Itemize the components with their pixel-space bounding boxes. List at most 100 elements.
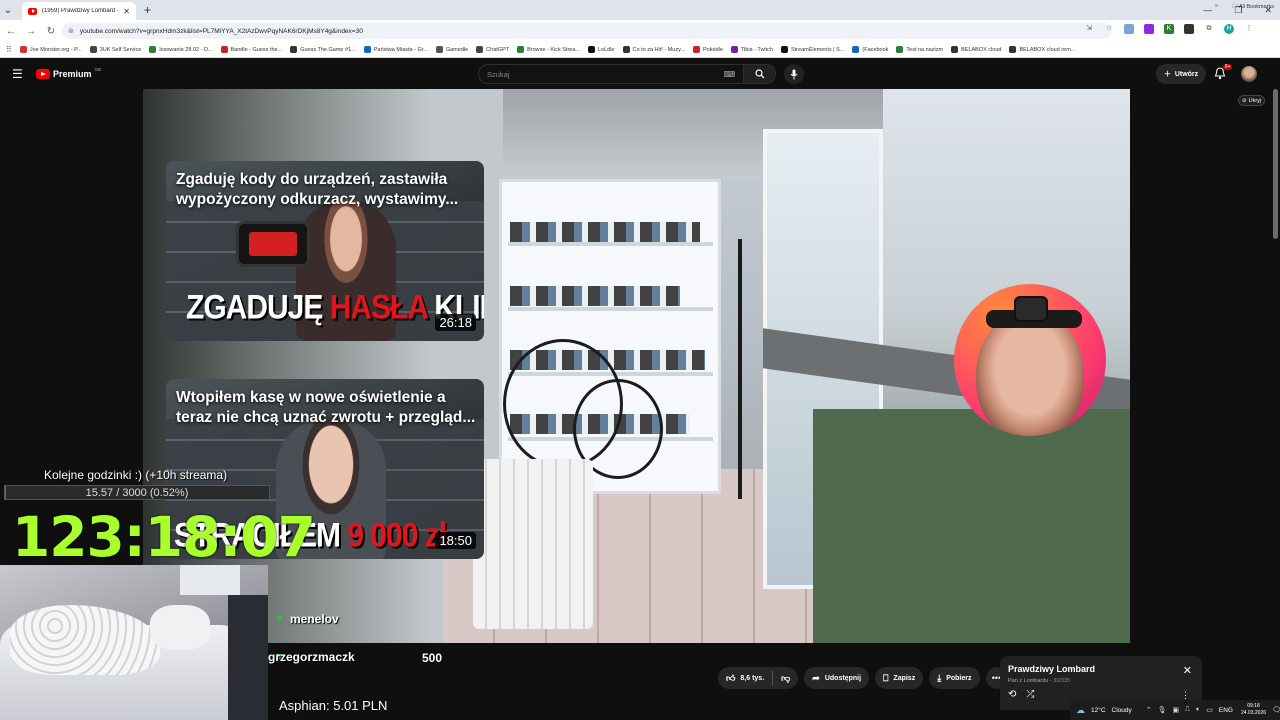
extension-icon[interactable]: K (1164, 24, 1174, 34)
share-button[interactable]: ➦ Udostępnij (804, 667, 870, 689)
stream-subtitle: Kolejne godzinki :) (+10h streama) (44, 468, 228, 482)
bookmark-item[interactable]: Tibia - Twitch (730, 46, 773, 53)
bookmark-item[interactable]: Pokédle (693, 46, 723, 53)
minimize-icon[interactable]: — (1203, 5, 1212, 15)
browser-menu-icon[interactable]: ⋮ (1244, 24, 1254, 34)
clock-date: 24.03.2026 (1240, 710, 1267, 716)
shelf-row (508, 242, 713, 246)
shelf-items (510, 286, 680, 306)
bookmark-item[interactable]: Joe Monster.org - P... (19, 46, 82, 53)
apps-grid-icon[interactable]: ⠿ (6, 45, 12, 54)
download-button[interactable]: ⤓ Pobierz (929, 667, 980, 689)
install-app-icon[interactable]: ⇲ (1084, 24, 1094, 34)
site-info-icon[interactable]: ⊜ (68, 27, 74, 35)
shuffle-icon[interactable]: ⤮ (1026, 689, 1034, 700)
menu-hamburger-icon[interactable]: ☰ (12, 67, 23, 81)
bookmark-favicon-icon (896, 46, 904, 53)
create-button[interactable]: ＋ Utwórz (1156, 64, 1206, 84)
plus-icon: ＋ (1163, 71, 1171, 78)
bookmark-item[interactable]: Bandle - Guess the... (220, 46, 283, 53)
notification-center-icon[interactable]: 🗨︎ (1272, 706, 1280, 714)
extension-icon[interactable] (1144, 24, 1154, 34)
profile-icon[interactable]: H (1224, 24, 1234, 34)
close-icon[interactable]: ✕ (1183, 664, 1192, 677)
microphone-icon[interactable]: 🎙︎ (1158, 706, 1167, 714)
bookmarks-overflow-icon[interactable]: » (1215, 3, 1218, 12)
search-button[interactable] (743, 65, 775, 83)
bookmark-label: Pokédle (703, 46, 723, 53)
new-tab-button[interactable]: + (144, 3, 151, 17)
bookmark-item[interactable]: Browse - Kick Strea... (517, 46, 580, 53)
page-scrollbar[interactable] (1273, 89, 1278, 239)
battery-icon[interactable]: ▭ (1206, 706, 1213, 714)
youtube-logo[interactable]: Premium GB (36, 67, 101, 79)
bookmark-label: (Facebook (862, 46, 889, 53)
search-input[interactable]: Szukaj (487, 70, 723, 79)
clock[interactable]: 09:18 24.03.2026 (1241, 703, 1266, 717)
tab-close-icon[interactable]: ✕ (123, 7, 130, 16)
cloud-icon: ☁ (1076, 704, 1085, 715)
tray-overflow-icon[interactable]: ⌃ (1146, 706, 1152, 714)
search-box[interactable]: Szukaj ⌨ (478, 64, 776, 84)
bookmark-item[interactable]: Gamedle (435, 46, 468, 53)
bookmark-icon: ⎕ (883, 672, 889, 683)
extension-icon[interactable] (1124, 24, 1134, 34)
extensions-puzzle-icon[interactable]: ⧉ (1204, 24, 1214, 34)
notifications-button[interactable]: 9+ (1214, 64, 1232, 81)
clock-time: 09:18 (1247, 703, 1260, 709)
bookmark-item[interactable]: StreamElements | S... (780, 46, 845, 53)
bookmark-item[interactable]: Co to za Hit! - Muzy... (622, 46, 685, 53)
bookmark-favicon-icon (780, 46, 788, 53)
address-bar[interactable]: ⊜ youtube.com/watch?v=grpnxHdm3zk&list=P… (62, 23, 1112, 39)
bookmark-item[interactable]: losowanie 28.02 - D... (149, 46, 213, 53)
hide-chat-button[interactable]: ⊘ Ukryj (1238, 95, 1266, 106)
loop-icon[interactable]: ⟲ (1008, 689, 1016, 700)
thumb-text-red: 9 000 zł (347, 516, 447, 555)
bookmark-label: Bandle - Guess the... (230, 46, 283, 53)
weather-temp[interactable]: 12°C (1091, 707, 1106, 714)
bookmark-item[interactable]: BELABOX cloud (951, 46, 1001, 53)
bookmark-item[interactable]: (Facebook (852, 46, 888, 53)
bookmark-item[interactable]: Guess The.Game #1... (290, 46, 356, 53)
extension-icon[interactable] (1184, 24, 1194, 34)
voice-search-button[interactable] (784, 64, 804, 84)
bookmark-favicon-icon (588, 46, 595, 53)
bookmark-favicon-icon (290, 46, 298, 53)
bookmark-item[interactable]: Test na nazizm (896, 46, 943, 53)
tab-search-icon[interactable]: ⌄ (0, 0, 16, 20)
language-indicator[interactable]: ENG (1219, 707, 1233, 714)
bookmark-favicon-icon (363, 46, 371, 53)
heart-icon: ♥ (276, 613, 283, 625)
bookmark-favicon-icon (1009, 46, 1017, 53)
back-icon[interactable]: ← (2, 26, 20, 37)
thumbnail-device (236, 221, 310, 267)
bookmark-label: Państwa Miasta - Gr... (373, 46, 428, 53)
bookmark-label: losowanie 28.02 - D... (159, 46, 213, 53)
keyboard-icon[interactable]: ⌨ (723, 70, 735, 79)
account-avatar[interactable] (1241, 66, 1257, 82)
like-button[interactable]: 👍︎ 8,6 tys. (718, 667, 772, 689)
action-camera (1014, 296, 1048, 322)
bookmark-item[interactable]: 3UK Self Service (89, 46, 141, 53)
bookmark-label: StreamElements | S... (790, 46, 845, 53)
bookmark-item[interactable]: BELABOX cloud rem... (1009, 46, 1075, 53)
tray-app-icon[interactable]: ▣ (1173, 706, 1180, 714)
bookmark-label: ChatGPT (486, 46, 510, 53)
bookmark-star-icon[interactable]: ☆ (1104, 24, 1114, 34)
bookmark-item[interactable]: LoLdle (588, 46, 615, 53)
weather-text[interactable]: Cloudy (1112, 707, 1132, 714)
bookmark-label: Test na nazizm (906, 46, 944, 53)
reload-icon[interactable]: ↻ (42, 26, 60, 37)
volume-icon[interactable]: 🔈︎ (1196, 706, 1200, 714)
browser-tab-active[interactable]: (1959) Prawdziwy Lombard - C ✕ (22, 2, 136, 20)
bookmark-item[interactable]: ChatGPT (476, 46, 509, 53)
bookmark-item[interactable]: Państwa Miasta - Gr... (363, 46, 428, 53)
all-bookmarks[interactable]: 🗀 All Bookmarks (1232, 3, 1274, 12)
suggested-video-card[interactable]: Zgaduję kody do urządzeń, zastawiła wypo… (166, 161, 484, 341)
search-icon (754, 69, 764, 79)
save-button[interactable]: ⎕ Zapisz (875, 667, 924, 689)
network-icon[interactable]: ⎍ (1185, 706, 1190, 714)
dislike-button[interactable]: 👎︎ (773, 667, 798, 689)
system-tray: ☁ 12°C Cloudy ⌃ 🎙︎ ▣ ⎍ 🔈︎ ▭ ENG 09:18 24… (1070, 700, 1280, 720)
forward-icon[interactable]: → (22, 26, 40, 37)
